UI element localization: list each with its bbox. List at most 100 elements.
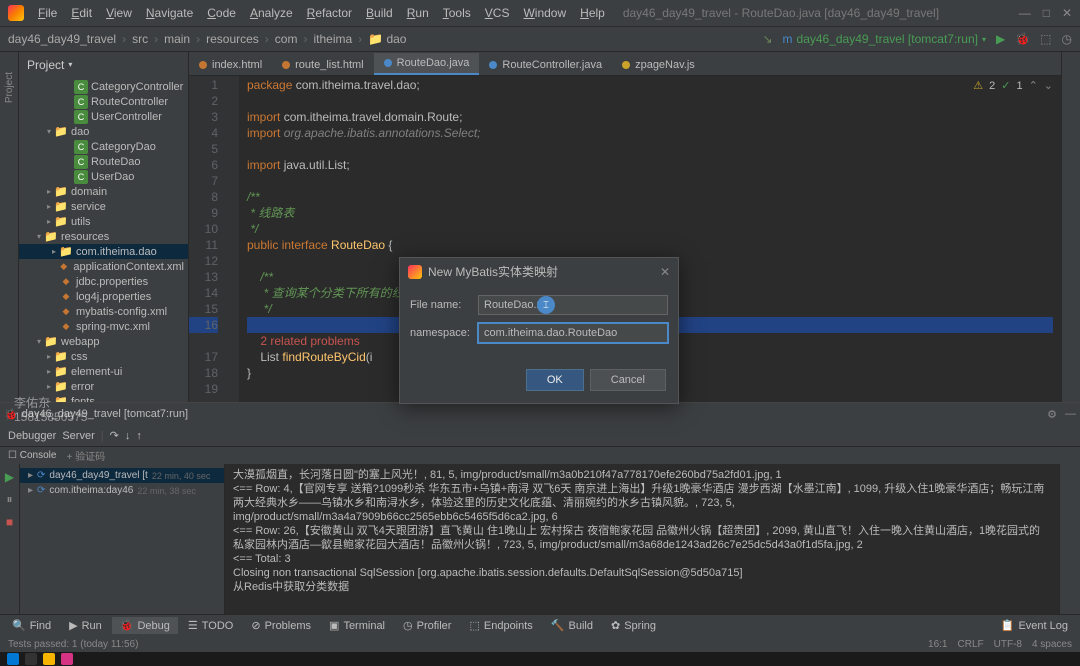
os-taskbar[interactable]	[0, 652, 1080, 666]
tree-item[interactable]: spring-mvc.xml	[19, 319, 188, 334]
project-tree[interactable]: CategoryControllerRouteControllerUserCon…	[19, 77, 188, 402]
editor-tab[interactable]: index.html	[189, 55, 272, 75]
minimize-icon[interactable]: —	[1019, 6, 1031, 20]
menu-window[interactable]: Window	[517, 4, 572, 22]
menu-edit[interactable]: Edit	[65, 4, 98, 22]
tool-problems[interactable]: ⊘Problems	[243, 617, 319, 634]
event-log-button[interactable]: 📋Event Log	[993, 617, 1076, 634]
tool-debug[interactable]: 🐞Debug	[112, 617, 178, 634]
menu-navigate[interactable]: Navigate	[140, 4, 199, 22]
tree-item[interactable]: ▸service	[19, 199, 188, 214]
breadcrumb-segment[interactable]: 📁 dao	[368, 32, 406, 46]
tool-terminal[interactable]: ▣Terminal	[321, 617, 393, 634]
maximize-icon[interactable]: □	[1043, 6, 1050, 20]
windows-start-icon[interactable]	[7, 653, 19, 665]
debug-frame[interactable]: ▸ ⟳ day46_day49_travel [t 22 min, 40 sec	[20, 468, 224, 483]
tree-item[interactable]: ▸css	[19, 349, 188, 364]
tree-item[interactable]: RouteDao	[19, 154, 188, 169]
tool-profiler[interactable]: ◷Profiler	[395, 617, 459, 634]
server-tab[interactable]: Server	[62, 430, 94, 442]
tool-build[interactable]: 🔨Build	[543, 617, 601, 634]
tree-item[interactable]: ▸element-ui	[19, 364, 188, 379]
tree-item[interactable]: ▾dao	[19, 124, 188, 139]
dialog-close-icon[interactable]: ✕	[660, 265, 670, 279]
tree-item[interactable]: CategoryDao	[19, 139, 188, 154]
step-into-icon[interactable]: ↓	[125, 430, 131, 442]
menu-build[interactable]: Build	[360, 4, 399, 22]
taskbar-app-icon[interactable]	[61, 653, 73, 665]
breadcrumb-segment[interactable]: itheima	[313, 32, 352, 46]
tree-item[interactable]: jdbc.properties	[19, 274, 188, 289]
stop-icon[interactable]: ■	[6, 515, 13, 529]
tree-item[interactable]: ▸domain	[19, 184, 188, 199]
menu-help[interactable]: Help	[574, 4, 611, 22]
profile-icon[interactable]: ◷	[1062, 32, 1072, 46]
debug-minimize-icon[interactable]: —	[1065, 408, 1076, 421]
menu-refactor[interactable]: Refactor	[301, 4, 358, 22]
menu-tools[interactable]: Tools	[437, 4, 477, 22]
menu-code[interactable]: Code	[201, 4, 242, 22]
debug-settings-icon[interactable]: ⚙	[1047, 408, 1057, 421]
taskbar-app-icon[interactable]	[25, 653, 37, 665]
step-over-icon[interactable]: ↷	[110, 429, 119, 442]
breadcrumb-segment[interactable]: com	[275, 32, 298, 46]
step-out-icon[interactable]: ↑	[136, 430, 142, 442]
editor-tab[interactable]: zpageNav.js	[612, 55, 705, 75]
cancel-button[interactable]: Cancel	[590, 369, 666, 391]
debugger-tab[interactable]: Debugger	[8, 430, 56, 442]
breadcrumb-segment[interactable]: day46_day49_travel	[8, 32, 116, 46]
project-tool-button[interactable]: Project	[4, 72, 15, 103]
tree-item[interactable]: ▸utils	[19, 214, 188, 229]
debug-frame[interactable]: ▸ ⟳ com.itheima:day46 22 min, 38 sec	[20, 483, 224, 498]
status-item[interactable]: 16:1	[928, 639, 947, 650]
coverage-icon[interactable]: ⬚	[1040, 32, 1051, 46]
run-icon[interactable]: ▶	[996, 32, 1005, 46]
editor-inspection[interactable]: ⚠2 ✓1 ⌃⌄	[973, 79, 1053, 92]
breadcrumb-segment[interactable]: main	[164, 32, 190, 46]
editor-tab[interactable]: route_list.html	[272, 55, 373, 75]
menu-vcs[interactable]: VCS	[479, 4, 516, 22]
tree-item[interactable]: UserController	[19, 109, 188, 124]
status-item[interactable]: CRLF	[958, 639, 984, 650]
tree-item[interactable]: log4j.properties	[19, 289, 188, 304]
debug-icon[interactable]: 🐞	[1015, 32, 1030, 46]
tree-item[interactable]: ▾webapp	[19, 334, 188, 349]
menu-run[interactable]: Run	[401, 4, 435, 22]
filename-input[interactable]	[478, 295, 668, 315]
ok-button[interactable]: OK	[526, 369, 584, 391]
console-output[interactable]: 大漠孤烟直，长河落日圆"的塞上风光！, 81, 5, img/product/s…	[225, 464, 1059, 614]
breadcrumb[interactable]: day46_day49_travel›src›main›resources›co…	[8, 32, 406, 46]
console-subtab[interactable]: ☐ Console	[8, 450, 56, 461]
status-item[interactable]: 4 spaces	[1032, 639, 1072, 650]
close-icon[interactable]: ✕	[1062, 6, 1072, 20]
tree-item[interactable]: CategoryController	[19, 79, 188, 94]
tree-item[interactable]: ▾resources	[19, 229, 188, 244]
run-config-selector[interactable]: m day46_day49_travel [tomcat7:run] ▾	[783, 32, 986, 46]
breadcrumb-segment[interactable]: resources	[206, 32, 259, 46]
tool-run[interactable]: ▶Run	[61, 617, 110, 634]
resume-icon[interactable]: ▶	[5, 470, 14, 484]
tree-item[interactable]: ▸error	[19, 379, 188, 394]
verify-tab[interactable]: + 验证码	[66, 448, 105, 463]
frames-panel[interactable]: ▸ ⟳ day46_day49_travel [t 22 min, 40 sec…	[20, 464, 225, 614]
tool-todo[interactable]: ☰TODO	[180, 617, 241, 634]
editor-tab[interactable]: RouteController.java	[479, 55, 612, 75]
taskbar-app-icon[interactable]	[43, 653, 55, 665]
namespace-input[interactable]	[478, 323, 668, 343]
editor-tab[interactable]: RouteDao.java	[374, 53, 480, 75]
tree-item[interactable]: RouteController	[19, 94, 188, 109]
pause-icon[interactable]: ⏸	[6, 492, 12, 507]
status-item[interactable]: UTF-8	[994, 639, 1022, 650]
tree-item[interactable]: ▸com.itheima.dao	[19, 244, 188, 259]
tree-item[interactable]: UserDao	[19, 169, 188, 184]
breadcrumb-segment[interactable]: src	[132, 32, 148, 46]
build-icon[interactable]: ↘	[762, 32, 772, 46]
tool-find[interactable]: 🔍Find	[4, 617, 59, 634]
tree-item[interactable]: mybatis-config.xml	[19, 304, 188, 319]
menu-file[interactable]: File	[32, 4, 63, 22]
tree-item[interactable]: applicationContext.xml	[19, 259, 188, 274]
tool-endpoints[interactable]: ⬚Endpoints	[461, 617, 540, 634]
tool-spring[interactable]: ✿Spring	[603, 617, 664, 634]
menu-view[interactable]: View	[100, 4, 138, 22]
menu-analyze[interactable]: Analyze	[244, 4, 299, 22]
